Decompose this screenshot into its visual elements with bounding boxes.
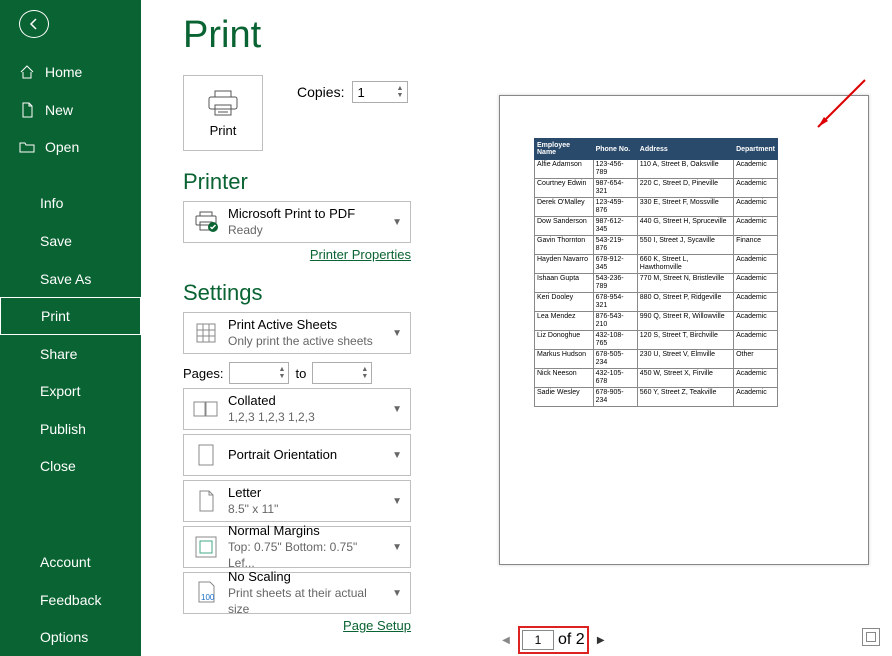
chevron-down-icon: ▼ [392,542,402,553]
file-icon [19,102,35,118]
arrow-left-icon [26,16,42,32]
folder-open-icon [19,139,35,155]
scaling-dropdown[interactable]: 100 No ScalingPrint sheets at their actu… [183,572,411,614]
chevron-down-icon: ▼ [392,404,402,415]
table-row: Derek O'Malley123-459-876330 E, Street F… [535,198,778,217]
orientation-dropdown[interactable]: Portrait Orientation ▼ [183,434,411,476]
nav-share[interactable]: Share [0,335,141,373]
copies-value: 1 [357,85,364,100]
nav-new-label: New [45,102,73,118]
printer-status: Ready [228,222,384,238]
table-row: Ishaan Gupta543-236-789770 M, Street N, … [535,274,778,293]
collated-dropdown[interactable]: Collated1,2,3 1,2,3 1,2,3 ▼ [183,388,411,430]
svg-text:100: 100 [201,593,215,602]
col-header: Address [637,139,733,160]
chevron-down-icon: ▼ [392,450,402,461]
table-row: Liz Donoghue432-108-765120 S, Street T, … [535,331,778,350]
table-row: Sadie Wesley678-905-234560 Y, Street Z, … [535,388,778,407]
table-row: Alfie Adamson123-456-789110 A, Street B,… [535,160,778,179]
printer-name: Microsoft Print to PDF [228,206,384,222]
printer-ready-icon [194,211,218,233]
next-page-button[interactable]: ▶ [593,632,609,648]
table-row: Nick Neeson432-105-678450 W, Street X, F… [535,369,778,388]
margins-icon [195,536,217,558]
chevron-down-icon: ▼ [392,217,402,228]
preview-table: Employee NamePhone No.AddressDepartment … [534,138,778,407]
table-row: Keri Dooley678-954-321880 O, Street P, R… [535,293,778,312]
home-icon [19,64,35,80]
table-row: Dow Sanderson987-612-345440 G, Street H,… [535,217,778,236]
nav-close[interactable]: Close [0,448,141,486]
copies-label: Copies: [297,84,344,100]
sheets-icon [195,322,217,344]
page-navigator: ◀ of 2 ▶ [498,626,609,654]
printer-properties-link[interactable]: Printer Properties [183,247,411,262]
margins-dropdown[interactable]: Normal MarginsTop: 0.75" Bottom: 0.75" L… [183,526,411,568]
nav-export[interactable]: Export [0,373,141,411]
page-setup-link[interactable]: Page Setup [183,618,411,633]
current-page-input[interactable] [522,630,554,650]
nav-account[interactable]: Account [0,543,141,581]
chevron-down-icon: ▼ [392,588,402,599]
nav-home[interactable]: Home [0,53,141,91]
nav-info[interactable]: Info [0,185,141,223]
col-header: Employee Name [535,139,594,160]
table-row: Markus Hudson678-505-234230 U, Street V,… [535,350,778,369]
print-what-dropdown[interactable]: Print Active SheetsOnly print the active… [183,312,411,354]
table-row: Courtney Edwin987-654-321220 C, Street D… [535,179,778,198]
nav-open[interactable]: Open [0,128,141,166]
col-header: Phone No. [593,139,637,160]
back-button[interactable] [19,10,49,38]
table-row: Gavin Thornton543-219-876550 I, Street J… [535,236,778,255]
paper-size-dropdown[interactable]: Letter8.5" x 11" ▼ [183,480,411,522]
pages-from-input[interactable]: ▲▼ [229,362,289,384]
nav-open-label: Open [45,139,79,155]
print-preview: Employee NamePhone No.AddressDepartment … [499,95,869,565]
nav-options[interactable]: Options [0,618,141,656]
annotation-highlight: of 2 [518,626,589,654]
chevron-down-icon: ▼ [392,496,402,507]
copies-spinner[interactable]: 1 ▲▼ [352,81,408,103]
table-row: Lea Mendez876-543-210990 Q, Street R, Wi… [535,312,778,331]
page-total-label: of 2 [558,631,585,649]
printer-dropdown[interactable]: Microsoft Print to PDF Ready ▼ [183,201,411,243]
chevron-down-icon: ▼ [392,328,402,339]
scaling-icon: 100 [196,581,216,605]
page-icon [197,490,215,512]
nav-print[interactable]: Print [0,297,141,335]
col-header: Department [734,139,778,160]
nav-save[interactable]: Save [0,222,141,260]
page-title: Print [183,14,862,57]
pages-label: Pages: [183,366,223,381]
nav-home-label: Home [45,64,82,80]
show-margins-button[interactable] [862,628,880,646]
nav-publish[interactable]: Publish [0,410,141,448]
spinner-arrows-icon: ▲▼ [397,85,404,99]
pages-to-input[interactable]: ▲▼ [312,362,372,384]
collated-icon [193,399,219,419]
pages-to-label: to [295,366,306,381]
printer-icon [206,89,240,119]
print-button-label: Print [210,123,237,138]
nav-feedback[interactable]: Feedback [0,581,141,619]
table-row: Hayden Navarro678-912-345660 K, Street L… [535,255,778,274]
nav-saveas[interactable]: Save As [0,260,141,298]
print-button[interactable]: Print [183,75,263,151]
nav-new[interactable]: New [0,91,141,129]
portrait-icon [197,444,215,466]
backstage-sidebar: Home New Open Info Save Save As Print Sh… [0,0,141,656]
prev-page-button[interactable]: ◀ [498,632,514,648]
